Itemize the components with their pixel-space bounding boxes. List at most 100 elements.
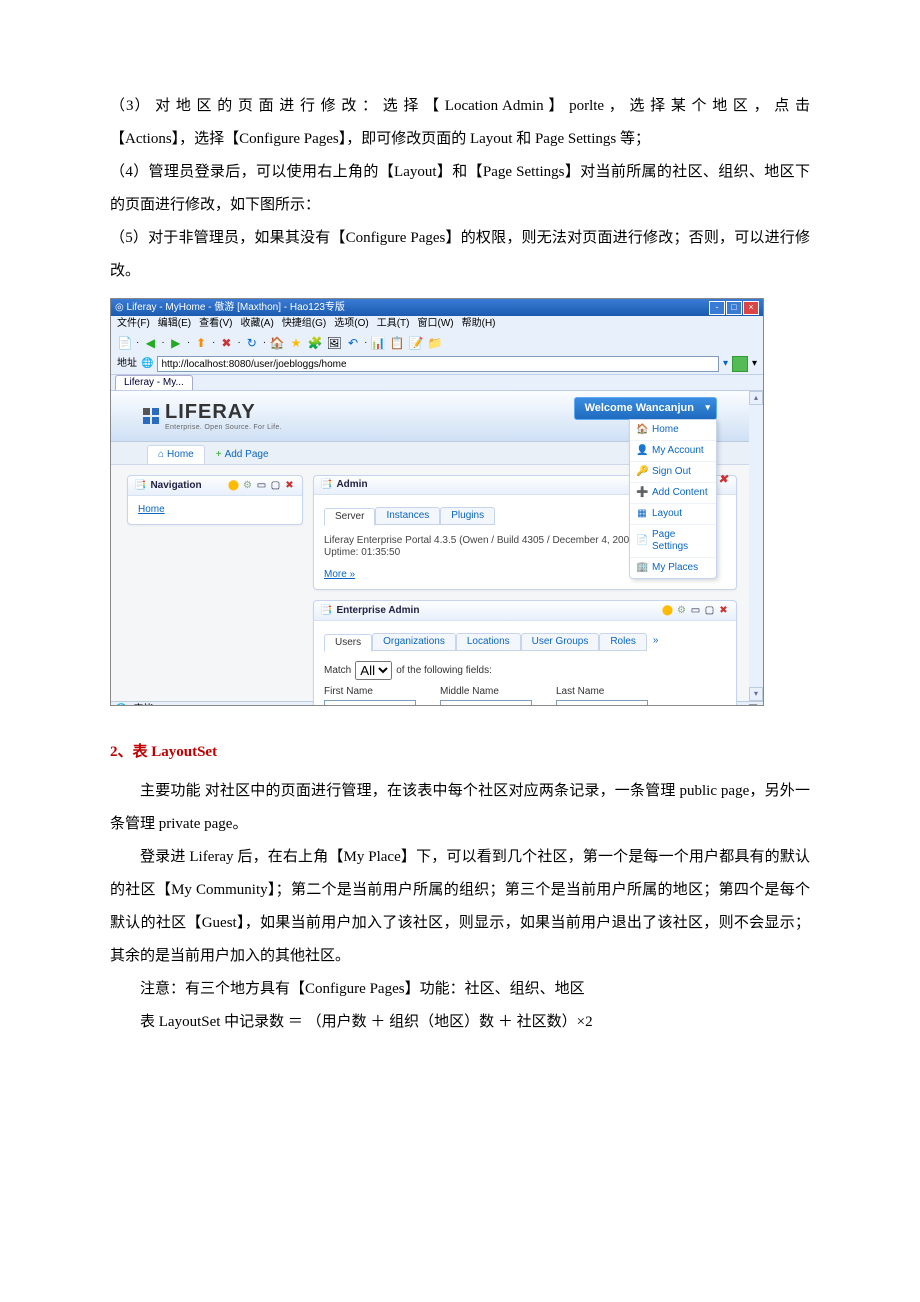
user-menu: 🏠Home 👤My Account 🔑Sign Out ➕Add Content… [629, 419, 717, 579]
user-icon: 👤 [636, 445, 648, 457]
logo-subtext: Enterprise. Open Source. For Life. [165, 424, 282, 432]
maximize-button[interactable]: □ [726, 301, 742, 315]
stop-icon[interactable]: ✖ [218, 335, 234, 351]
forward-icon[interactable]: ▶ [168, 335, 184, 351]
tab-plugins[interactable]: Plugins [440, 507, 495, 525]
menu-my-places[interactable]: 🏢My Places [630, 558, 716, 578]
toolbar-icon-6[interactable]: 📁 [427, 335, 443, 351]
label-middle-name: Middle Name [440, 686, 532, 698]
nav-link-home[interactable]: Home [138, 504, 165, 515]
menu-my-account[interactable]: 👤My Account [630, 441, 716, 462]
search-dropdown-icon[interactable]: ▾ [752, 358, 757, 370]
signout-icon: 🔑 [636, 466, 648, 478]
label-first-name: First Name [324, 686, 416, 698]
paragraph-note: 注意：有三个地方具有【Configure Pages】功能：社区、组织、地区 [110, 973, 810, 1006]
portlet-config-icon[interactable]: ⚙ [241, 479, 254, 492]
match-select[interactable]: All [355, 661, 392, 680]
layout-icon: ▦ [636, 508, 648, 520]
toolbar-icon-3[interactable]: 📊 [370, 335, 386, 351]
ea-tabs: Users Organizations Locations User Group… [324, 633, 726, 651]
menu-options[interactable]: 选项(O) [334, 318, 368, 330]
nav-portlet-title: Navigation [150, 480, 201, 492]
add-page-button[interactable]: +Add Page [205, 445, 280, 464]
back-icon[interactable]: ◀ [142, 335, 158, 351]
portlet-max-icon[interactable]: ▢ [269, 479, 282, 492]
paragraph-func: 主要功能 对社区中的页面进行管理，在该表中每个社区对应两条记录，一条管理 pub… [110, 775, 810, 841]
window-title-bar: ◎ Liferay - MyHome - 傲游 [Maxthon] - Hao1… [111, 299, 763, 316]
tab-user-groups[interactable]: User Groups [521, 633, 600, 651]
toolbar-icon-5[interactable]: 📝 [408, 335, 424, 351]
tab-server[interactable]: Server [324, 508, 375, 526]
tab-instances[interactable]: Instances [375, 507, 440, 525]
portlet-close-icon[interactable]: ✖ [717, 604, 730, 617]
new-tab-icon[interactable]: 📄 [117, 335, 133, 351]
address-dropdown-icon[interactable]: ▾ [723, 358, 728, 370]
portlet-look-icon[interactable]: ⬤ [661, 604, 674, 617]
logo-text: LIFERAY [165, 400, 282, 424]
places-icon: 🏢 [636, 562, 648, 574]
page-icon: 📄 [636, 535, 648, 547]
minimize-button[interactable]: - [709, 301, 725, 315]
paragraph-formula: 表 LayoutSet 中记录数 ＝ （用户数 ＋ 组织（地区）数 ＋ 社区数）… [110, 1006, 810, 1039]
address-label: 地址 [117, 358, 137, 370]
ea-portlet-icon: 📑 [320, 605, 332, 617]
tabs-more-arrow[interactable]: » [647, 633, 665, 651]
scroll-up-icon[interactable]: ▴ [749, 391, 763, 405]
paragraph-5: （5）对于非管理员，如果其没有【Configure Pages】的权限，则无法对… [110, 222, 810, 288]
address-input[interactable] [157, 356, 718, 372]
menu-help[interactable]: 帮助(H) [462, 318, 496, 330]
scroll-down-icon[interactable]: ▾ [749, 687, 763, 701]
portlet-look-icon[interactable]: ⬤ [227, 479, 240, 492]
portlet-min-icon[interactable]: ▭ [255, 479, 268, 492]
plus-icon: ➕ [636, 487, 648, 499]
admin-portlet-title: Admin [336, 479, 367, 491]
favorites-icon[interactable]: ★ [288, 335, 304, 351]
welcome-dropdown[interactable]: Welcome Wancanjun [574, 397, 717, 420]
menu-shortcut[interactable]: 快捷组(G) [282, 318, 326, 330]
home-icon[interactable]: 🏠 [269, 335, 285, 351]
toolbar-icon-2[interactable]: 🖼 [326, 335, 342, 351]
menu-layout[interactable]: ▦Layout [630, 504, 716, 525]
page-tab-home[interactable]: ⌂Home [147, 445, 205, 464]
tab-organizations[interactable]: Organizations [372, 633, 456, 651]
undo-icon[interactable]: ↶ [345, 335, 361, 351]
address-bar-row: 地址 🌐 ▾ ▾ [111, 354, 763, 374]
match-row: Match All of the following fields: [324, 661, 726, 680]
menu-fav[interactable]: 收藏(A) [240, 318, 273, 330]
menu-add-content[interactable]: ➕Add Content [630, 483, 716, 504]
globe-icon: 🌐 [141, 358, 153, 370]
label-last-name: Last Name [556, 686, 648, 698]
enterprise-admin-portlet: 📑Enterprise Admin ⬤ ⚙ ▭ ▢ ✖ Users Organi [313, 600, 737, 706]
portlet-close-icon[interactable]: ✖ [283, 479, 296, 492]
browser-tab-bar: Liferay - My... [111, 374, 763, 391]
liferay-logo-icon [143, 408, 159, 424]
menu-sign-out[interactable]: 🔑Sign Out [630, 462, 716, 483]
paragraph-3: （3） 对 地 区 的 页 面 进 行 修 改 ： 选 择 【 Location… [110, 90, 810, 156]
close-button[interactable]: × [743, 301, 759, 315]
refresh-icon[interactable]: ↻ [244, 335, 260, 351]
menu-edit[interactable]: 编辑(E) [158, 318, 191, 330]
browser-tab[interactable]: Liferay - My... [115, 375, 193, 390]
home-icon: 🏠 [636, 424, 648, 436]
menu-tools[interactable]: 工具(T) [377, 318, 410, 330]
paragraph-4: （4）管理员登录后，可以使用右上角的【Layout】和【Page Setting… [110, 156, 810, 222]
browser-toolbar: 📄· ◀· ▶· ⬆· ✖· ↻· 🏠 ★ 🧩 🖼 ↶· 📊 📋 📝 📁 [111, 332, 763, 354]
portlet-config-icon[interactable]: ⚙ [675, 604, 688, 617]
tab-locations[interactable]: Locations [456, 633, 521, 651]
toolbar-icon-4[interactable]: 📋 [389, 335, 405, 351]
menu-home[interactable]: 🏠Home [630, 420, 716, 441]
toolbar-icon-1[interactable]: 🧩 [307, 335, 323, 351]
tab-users[interactable]: Users [324, 634, 372, 652]
portlet-close-icon[interactable]: ✖ [715, 471, 731, 487]
more-link[interactable]: More » [324, 569, 355, 580]
up-icon[interactable]: ⬆ [193, 335, 209, 351]
go-button[interactable] [732, 356, 748, 372]
menu-page-settings[interactable]: 📄Page Settings [630, 525, 716, 558]
menu-view[interactable]: 查看(V) [199, 318, 232, 330]
paragraph-login: 登录进 Liferay 后，在右上角【My Place】下，可以看到几个社区，第… [110, 841, 810, 973]
menu-file[interactable]: 文件(F) [117, 318, 150, 330]
tab-roles[interactable]: Roles [599, 633, 647, 651]
portlet-max-icon[interactable]: ▢ [703, 604, 716, 617]
menu-window[interactable]: 窗口(W) [418, 318, 454, 330]
portlet-min-icon[interactable]: ▭ [689, 604, 702, 617]
